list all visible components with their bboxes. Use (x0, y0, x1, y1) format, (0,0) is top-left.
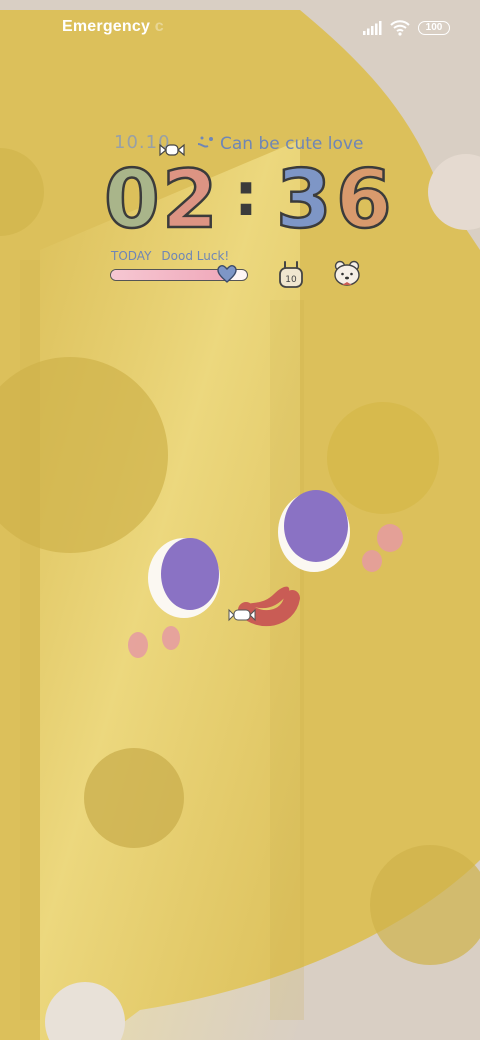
today-line: TODAY Dood Luck! (111, 249, 229, 263)
emergency-label: Emergency (62, 18, 151, 35)
emergency-label-fade: c (154, 18, 164, 35)
status-bar: Emergency c 100 (0, 14, 480, 42)
wallpaper (0, 10, 480, 1040)
signal-icon (363, 21, 382, 35)
sparkle-icon (197, 136, 213, 148)
emergency-call-link[interactable]: Emergency c (62, 18, 164, 36)
tagline: Can be cute love (220, 134, 364, 154)
heart-icon (217, 265, 237, 283)
minute-tens-digit: 3 (275, 153, 333, 246)
clock-colon: : (234, 160, 258, 230)
battery-level: 100 (425, 22, 443, 33)
minute-ones-digit: 6 (335, 153, 393, 246)
hour-tens-digit: 0 (103, 153, 161, 246)
status-icons: 100 (362, 18, 450, 38)
lock-screen: Emergency c 100 10.10 Can be cute love 0… (0, 0, 480, 1040)
wifi-icon (390, 20, 410, 36)
battery-icon: 100 (418, 21, 450, 35)
clock: 0 2 : 3 6 (103, 153, 394, 246)
bunny-badge: 10 (285, 275, 297, 285)
today-label: TODAY (111, 249, 152, 263)
day-progress-fill (111, 270, 227, 280)
hour-ones-digit: 2 (161, 153, 219, 246)
bunny-battery-icon[interactable]: 10 (277, 260, 305, 290)
bear-icon[interactable] (332, 259, 362, 289)
today-message: Dood Luck! (161, 249, 230, 263)
